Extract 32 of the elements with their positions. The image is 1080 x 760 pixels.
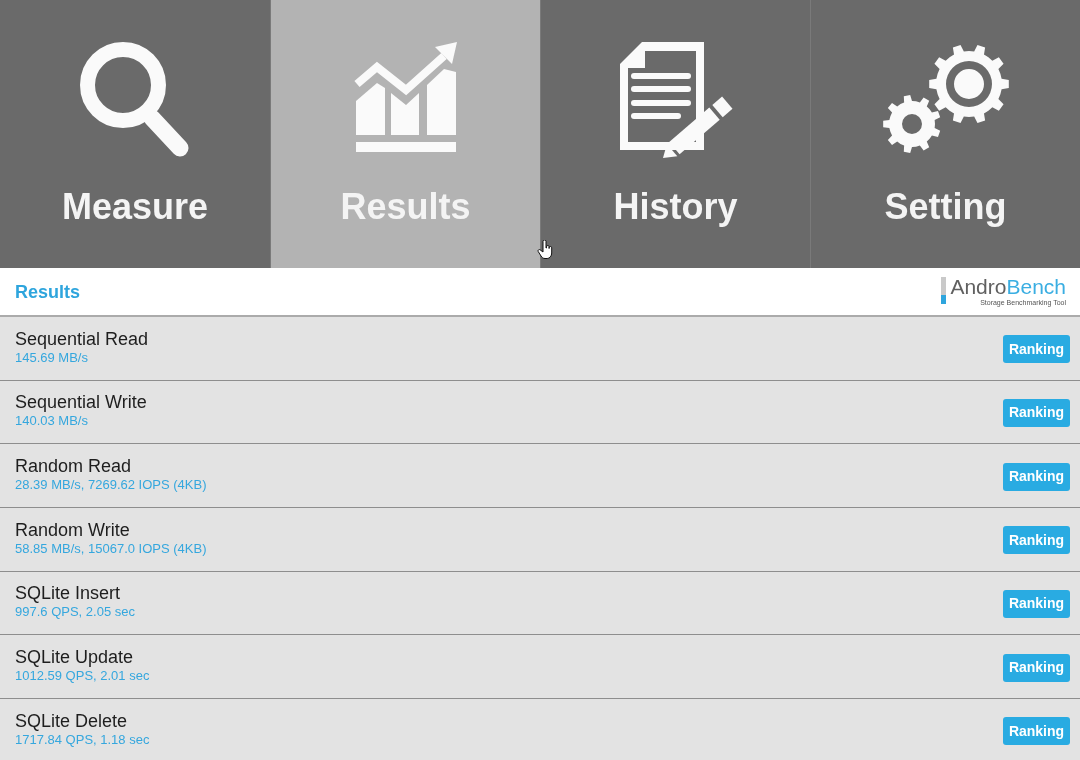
result-name: Random Write	[15, 518, 131, 541]
result-value: 140.03 MB/s	[15, 413, 89, 430]
result-name: Random Read	[15, 455, 133, 478]
result-name: SQLite Update	[15, 646, 135, 669]
result-name: Sequential Read	[15, 327, 149, 350]
hand-cursor-icon	[537, 240, 554, 260]
logo-bar-icon	[941, 277, 947, 304]
ranking-button[interactable]: Ranking	[1003, 589, 1070, 618]
result-value: 1717.84 QPS, 1.18 sec	[15, 731, 150, 748]
ranking-button[interactable]: Ranking	[1003, 399, 1070, 427]
tab[interactable]: Measure	[0, 0, 270, 268]
result-value: 28.39 MB/s, 7269.62 IOPS (4KB)	[15, 477, 207, 494]
tab[interactable]: History	[540, 0, 810, 268]
ranking-button[interactable]: Ranking	[1003, 462, 1070, 491]
result-value: 997.6 QPS, 2.05 sec	[15, 604, 135, 621]
ranking-button[interactable]: Ranking	[1003, 653, 1070, 682]
tab[interactable]: Setting	[810, 0, 1080, 268]
result-name: Sequential Write	[15, 391, 147, 414]
page-title: Results	[15, 280, 81, 303]
result-value: 1012.59 QPS, 2.01 sec	[15, 668, 150, 685]
ranking-button[interactable]: Ranking	[1003, 717, 1070, 746]
ranking-button[interactable]: Ranking	[1003, 526, 1070, 555]
result-name: SQLite Insert	[15, 582, 122, 605]
result-value: 58.85 MB/s, 15067.0 IOPS (4KB)	[15, 540, 207, 557]
gears-icon	[881, 42, 1010, 154]
result-name: SQLite Delete	[15, 709, 129, 732]
rising-chart-icon	[353, 42, 458, 153]
tab[interactable]: Results	[270, 0, 540, 268]
search-icon	[80, 42, 190, 159]
logo-wordmark: AndroBench	[950, 277, 1066, 297]
result-value: 145.69 MB/s	[15, 349, 89, 366]
ranking-button[interactable]: Ranking	[1003, 335, 1070, 364]
